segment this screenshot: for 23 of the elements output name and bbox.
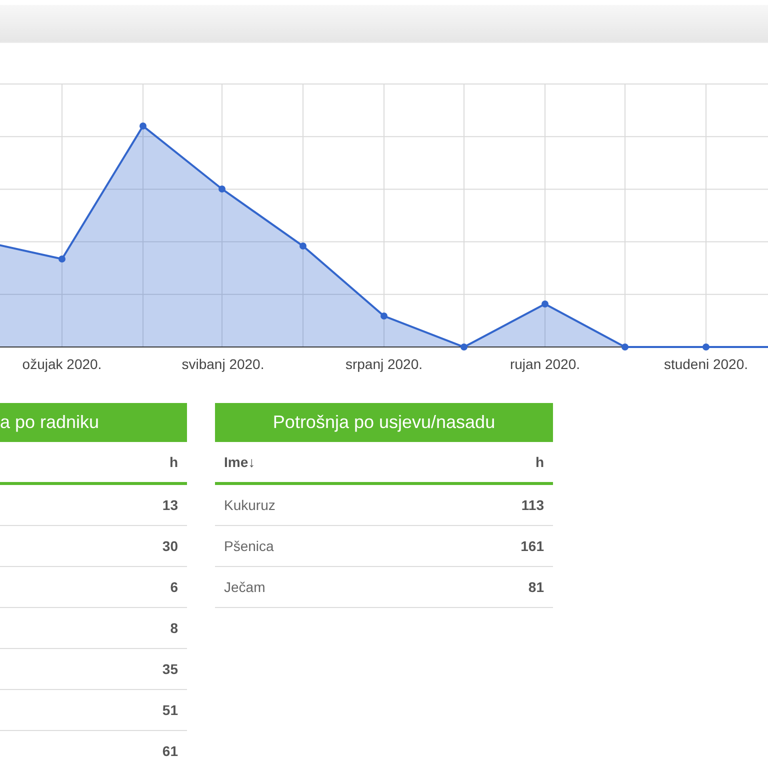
table-cell: 30 xyxy=(162,538,178,554)
table-cell: Ječam xyxy=(224,579,266,595)
table-cell: 13 xyxy=(162,497,178,513)
table-cell: 81 xyxy=(528,579,544,595)
table-cell: 51 xyxy=(162,702,178,718)
axis-label: ožujak 2020. xyxy=(22,356,102,372)
axis-label: studeni 2020. xyxy=(664,356,748,372)
column-header[interactable]: h xyxy=(535,454,544,470)
table-cell: Pšenica xyxy=(224,538,274,554)
table-cell: 6 xyxy=(170,579,178,595)
axis-label: rujan 2020. xyxy=(510,356,580,372)
column-header[interactable]: h xyxy=(169,454,178,470)
table-cell: 113 xyxy=(521,497,544,513)
table-cell: 61 xyxy=(162,743,178,759)
table-cell: Kukuruz xyxy=(224,497,276,513)
table-cell: 161 xyxy=(520,538,544,554)
column-header[interactable]: Ime↓ xyxy=(224,454,256,470)
axis-label: srpanj 2020. xyxy=(345,356,423,372)
table-cell: 35 xyxy=(162,661,178,677)
table-cell: 8 xyxy=(170,620,178,636)
table-title: a po radniku xyxy=(0,403,187,442)
table-title: Potrošnja po usjevu/nasadu xyxy=(215,403,553,442)
axis-label: svibanj 2020. xyxy=(182,356,264,372)
